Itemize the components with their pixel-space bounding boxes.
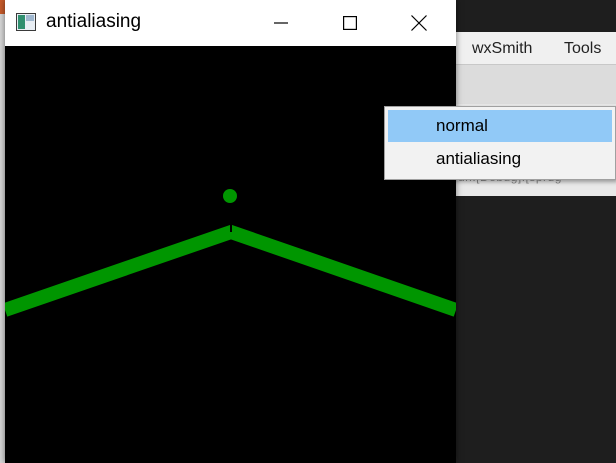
minimize-button[interactable] [258,0,304,46]
close-button[interactable] [396,0,442,46]
menu-item-antialiasing-label: antialiasing [436,149,522,168]
close-icon [411,15,427,31]
render-mode-popup-menu: normal antialiasing [384,106,616,180]
green-dot [223,189,237,203]
background-editor [456,196,616,463]
minimize-icon [274,22,288,24]
menu-item-normal-label: normal [436,116,488,135]
menu-item-antialiasing[interactable]: antialiasing [388,143,612,175]
menu-wxsmith[interactable]: wxSmith [472,40,532,58]
background-toolbar [456,64,616,105]
menu-item-normal[interactable]: normal [388,110,612,142]
window-title: antialiasing [46,11,142,32]
maximize-icon [343,16,357,30]
window-titlebar[interactable]: antialiasing [5,0,456,46]
antialiasing-window: antialiasing [2,0,459,463]
maximize-button[interactable] [327,0,373,46]
menu-tools[interactable]: Tools [564,40,601,58]
screen: wxSmith Tools un.[Debug].[sprdg antialia… [0,0,616,463]
app-window-icon [16,13,36,31]
